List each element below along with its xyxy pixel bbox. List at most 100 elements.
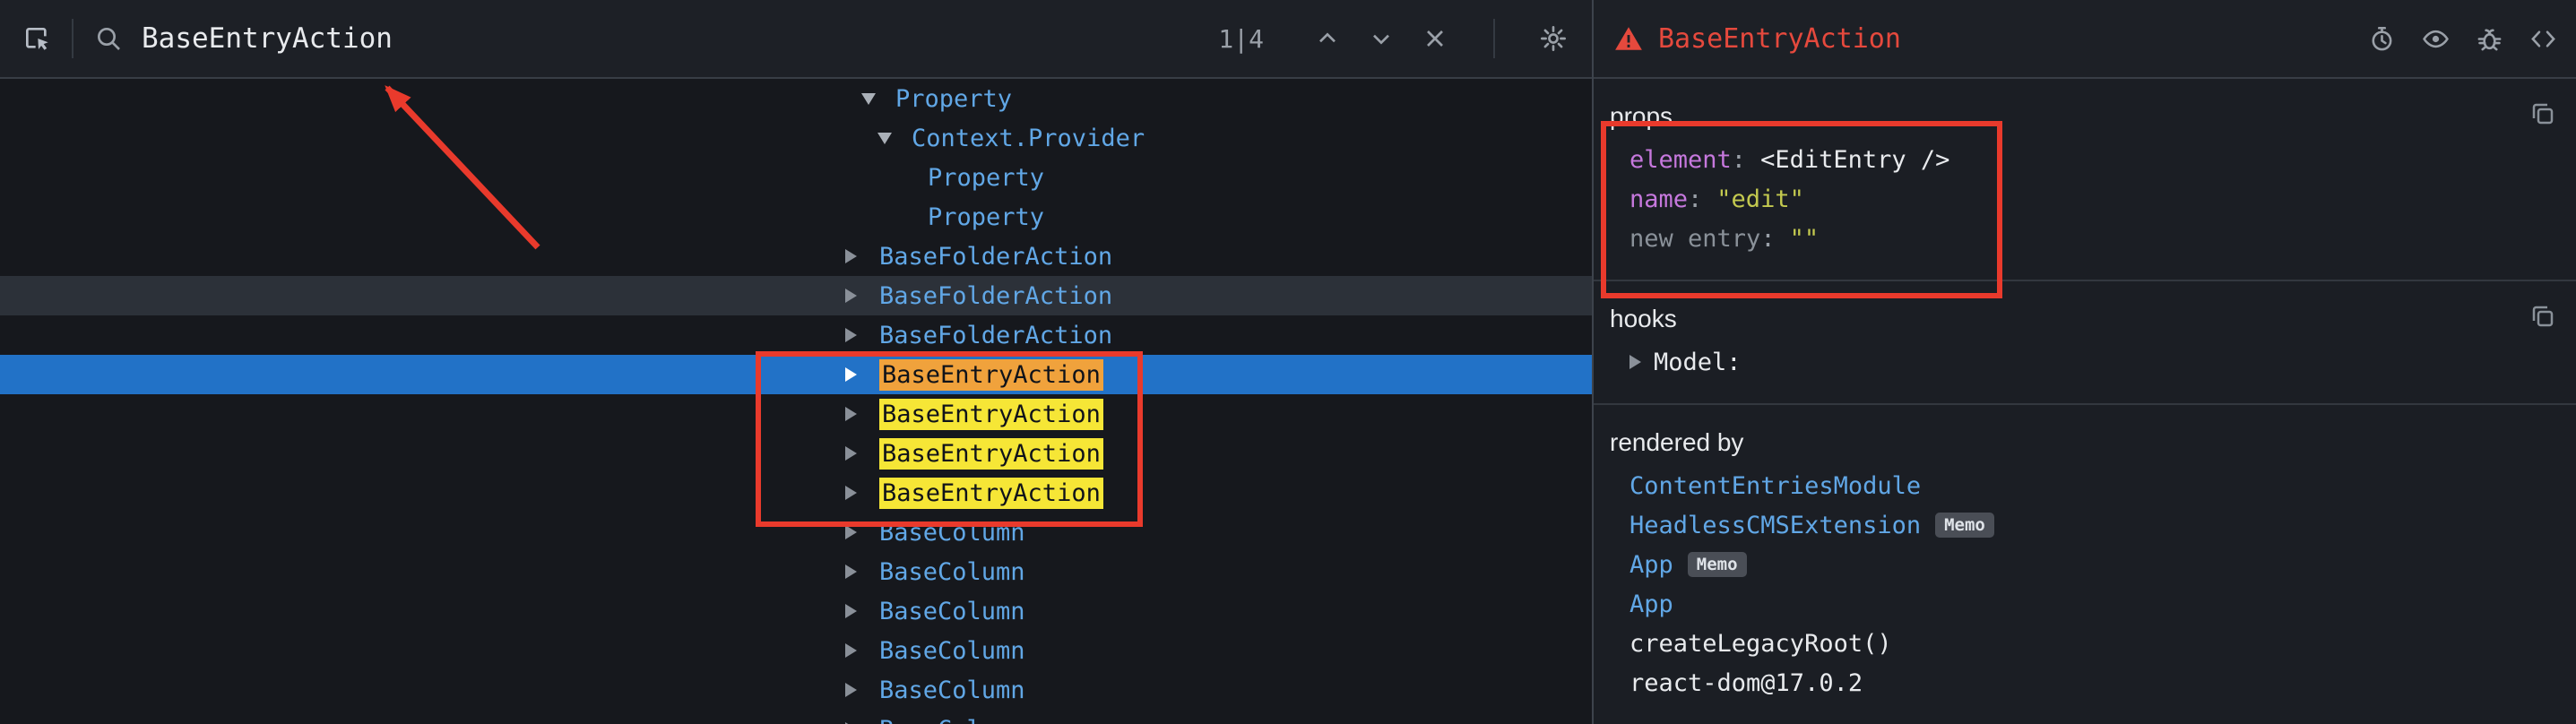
tree-row[interactable]: Property xyxy=(0,158,1592,197)
copy-props-icon[interactable] xyxy=(2529,100,2556,127)
chevron-right-icon[interactable] xyxy=(845,683,857,697)
owner-link[interactable]: App xyxy=(1629,590,1673,618)
tree-row[interactable]: BaseFolderAction xyxy=(0,237,1592,276)
component-name: BaseEntryAction xyxy=(879,359,1103,391)
hook-name: Model: xyxy=(1654,349,1742,376)
tree-row[interactable]: BaseColumn xyxy=(0,710,1592,724)
component-name: BaseColumn xyxy=(879,637,1025,665)
memo-badge: Memo xyxy=(1688,552,1747,578)
chevron-down-icon[interactable] xyxy=(877,133,892,144)
tree-row[interactable]: BaseColumn xyxy=(0,591,1592,631)
component-name: BaseEntryAction xyxy=(879,478,1103,509)
inspector-body: props element <EditEntry /> name "edit" … xyxy=(1594,79,2576,724)
component-inspector-panel: BaseEntryAction xyxy=(1592,0,2576,724)
prop-row-element[interactable]: element <EditEntry /> xyxy=(1610,140,2558,179)
tree-row[interactable]: BaseColumn xyxy=(0,513,1592,552)
prop-row-name[interactable]: name "edit" xyxy=(1610,179,2558,219)
owner-link[interactable]: ContentEntriesModule xyxy=(1629,472,1921,500)
tree-row[interactable]: BaseColumn xyxy=(0,670,1592,710)
rendered-by-section: rendered by ContentEntriesModule Headles… xyxy=(1594,405,2576,724)
copy-hooks-icon[interactable] xyxy=(2529,303,2556,330)
toolbar-divider xyxy=(1493,19,1495,58)
rendered-by-item[interactable]: App xyxy=(1610,584,2558,624)
memo-badge: Memo xyxy=(1935,513,1994,539)
rendered-by-item[interactable]: HeadlessCMSExtension Memo xyxy=(1610,505,2558,545)
chevron-right-icon[interactable] xyxy=(845,328,857,342)
component-name: BaseColumn xyxy=(879,558,1025,586)
inspector-header: BaseEntryAction xyxy=(1594,0,2576,79)
profiler-timer-icon[interactable] xyxy=(2366,23,2397,54)
component-name: BaseColumn xyxy=(879,598,1025,625)
next-match-icon[interactable] xyxy=(1366,23,1396,54)
rendered-by-section-title: rendered by xyxy=(1610,428,2558,457)
tree-row-selected[interactable]: BaseEntryAction xyxy=(0,355,1592,394)
search-icon xyxy=(93,23,124,54)
chevron-right-icon[interactable] xyxy=(845,486,857,500)
warning-triangle-icon xyxy=(1613,23,1644,54)
settings-gear-icon[interactable] xyxy=(1538,23,1569,54)
chevron-right-icon[interactable] xyxy=(845,643,857,658)
inspect-element-icon[interactable] xyxy=(22,23,52,54)
tree-row[interactable]: Context.Provider xyxy=(0,118,1592,158)
tree-row[interactable]: BaseColumn xyxy=(0,631,1592,670)
chevron-right-icon[interactable] xyxy=(845,604,857,618)
owner-label: createLegacyRoot() xyxy=(1629,630,1892,658)
previous-match-icon[interactable] xyxy=(1312,23,1343,54)
prop-value: <EditEntry /> xyxy=(1760,146,1949,174)
prop-key: element xyxy=(1629,146,1760,174)
selected-component-title: BaseEntryAction xyxy=(1658,23,1901,55)
chevron-right-icon[interactable] xyxy=(845,525,857,539)
inspector-toolbar-icons xyxy=(2366,23,2558,54)
prop-row-new-entry[interactable]: new entry "" xyxy=(1610,219,2558,258)
chevron-down-icon[interactable] xyxy=(861,93,876,105)
search-box xyxy=(93,22,1218,55)
chevron-right-icon[interactable] xyxy=(1629,355,1641,369)
view-source-code-icon[interactable] xyxy=(2528,23,2558,54)
react-devtools-components-panel: 1|4 xyxy=(0,0,2576,724)
tree-row[interactable]: Property xyxy=(0,79,1592,118)
tree-row[interactable]: BaseColumn xyxy=(0,552,1592,591)
hook-row-model[interactable]: Model: xyxy=(1610,342,2558,382)
search-result-count: 1|4 xyxy=(1218,24,1264,54)
component-name: Context.Provider xyxy=(912,125,1145,152)
component-name: BaseColumn xyxy=(879,519,1025,547)
tree-row[interactable]: Property xyxy=(0,197,1592,237)
component-name: BaseFolderAction xyxy=(879,322,1112,349)
rendered-by-item[interactable]: App Memo xyxy=(1610,545,2558,584)
tree-row[interactable]: BaseFolderAction xyxy=(0,315,1592,355)
chevron-right-icon[interactable] xyxy=(845,249,857,263)
owner-link[interactable]: HeadlessCMSExtension xyxy=(1629,512,1921,539)
rendered-by-item[interactable]: createLegacyRoot() xyxy=(1610,624,2558,663)
chevron-right-icon[interactable] xyxy=(845,289,857,303)
component-name: BaseEntryAction xyxy=(879,399,1103,430)
prop-key: new entry xyxy=(1629,225,1790,253)
rendered-by-item[interactable]: ContentEntriesModule xyxy=(1610,466,2558,505)
search-input[interactable] xyxy=(142,22,1218,55)
component-name: BaseFolderAction xyxy=(879,282,1112,310)
owner-label: react-dom@17.0.2 xyxy=(1629,669,1863,697)
component-name: BaseFolderAction xyxy=(879,243,1112,271)
component-name: BaseEntryAction xyxy=(879,438,1103,470)
inspect-dom-eye-icon[interactable] xyxy=(2420,23,2451,54)
tree-row[interactable]: BaseEntryAction xyxy=(0,473,1592,513)
chevron-right-icon[interactable] xyxy=(845,565,857,579)
hooks-section-title: hooks xyxy=(1610,305,2558,333)
component-name: Property xyxy=(928,203,1044,231)
tree-toolbar: 1|4 xyxy=(0,0,1592,79)
component-name: Property xyxy=(928,164,1044,192)
component-tree: Property Context.Provider Property Prope… xyxy=(0,79,1592,724)
tree-row[interactable]: BaseEntryAction xyxy=(0,434,1592,473)
props-section-title: props xyxy=(1610,102,2558,131)
debug-bug-icon[interactable] xyxy=(2474,23,2504,54)
owner-link[interactable]: App xyxy=(1629,551,1673,579)
chevron-right-icon[interactable] xyxy=(845,367,857,382)
components-tree-panel: 1|4 xyxy=(0,0,1592,724)
chevron-right-icon[interactable] xyxy=(845,407,857,421)
tree-row[interactable]: BaseEntryAction xyxy=(0,394,1592,434)
rendered-by-item[interactable]: react-dom@17.0.2 xyxy=(1610,663,2558,702)
chevron-right-icon[interactable] xyxy=(845,446,857,461)
component-name: BaseColumn xyxy=(879,677,1025,704)
tree-row[interactable]: BaseFolderAction xyxy=(0,276,1592,315)
hooks-section: hooks Model: xyxy=(1594,281,2576,405)
clear-search-icon[interactable] xyxy=(1420,23,1450,54)
